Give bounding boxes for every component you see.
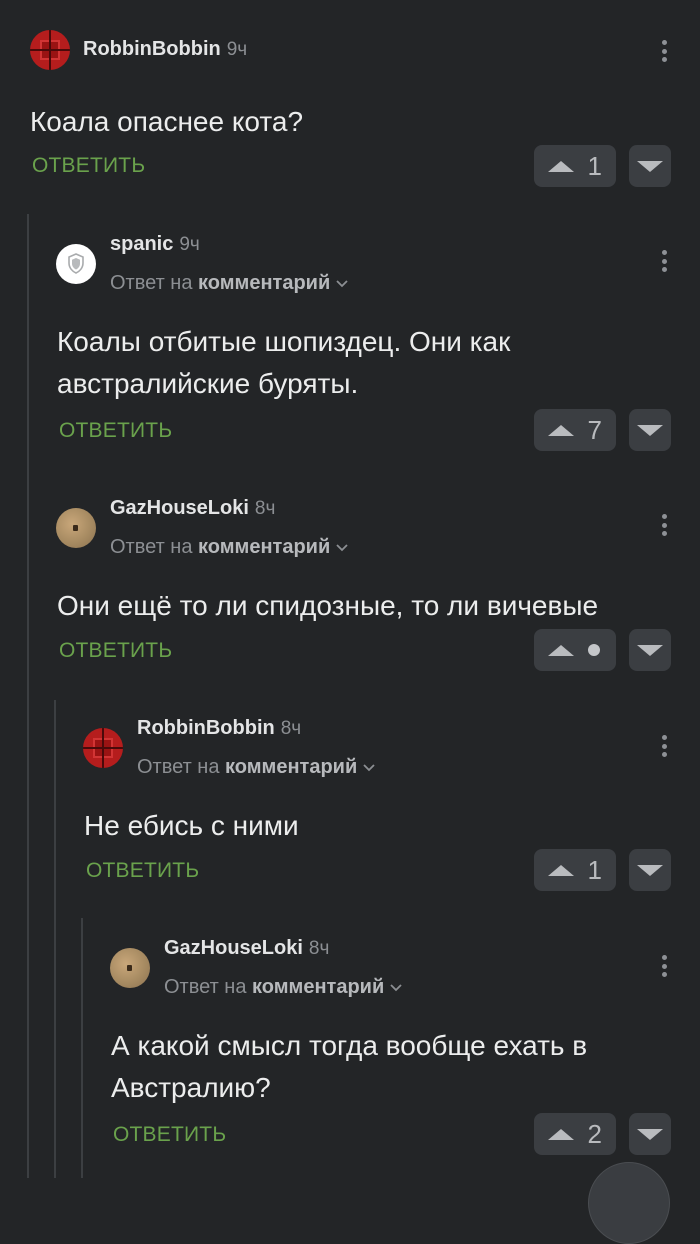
reply-to-link[interactable]: Ответ на комментарий — [137, 756, 375, 779]
reply-button[interactable]: ОТВЕТИТЬ — [86, 859, 199, 883]
vote-count — [588, 644, 600, 656]
arrow-up-icon — [548, 160, 574, 172]
more-options-icon[interactable] — [654, 36, 674, 66]
username[interactable]: RobbinBobbin 8ч — [137, 717, 301, 740]
reply-to-target[interactable]: комментарий — [198, 536, 330, 558]
avatar[interactable] — [83, 728, 123, 768]
comment-text: Не ебись с ними — [84, 810, 299, 841]
reply-to-target[interactable]: комментарий — [252, 976, 384, 998]
username-text[interactable]: GazHouseLoki — [110, 497, 249, 519]
more-options-icon[interactable] — [654, 951, 674, 981]
comment-text: Они ещё то ли спидозные, то ли вичевые — [57, 590, 599, 621]
reply-to-target[interactable]: комментарий — [198, 272, 330, 294]
reply-button[interactable]: ОТВЕТИТЬ — [113, 1123, 226, 1147]
shield-icon — [68, 253, 84, 274]
upvote-button[interactable] — [534, 629, 616, 671]
chevron-down-icon — [336, 280, 348, 287]
vote-count: 1 — [587, 854, 602, 885]
comment-text: А какой смысл тогда вообще ехать в Австр… — [111, 1030, 588, 1103]
username-text[interactable]: spanic — [110, 233, 173, 255]
arrow-up-icon — [548, 424, 574, 436]
upvote-button[interactable]: 1 — [534, 849, 616, 891]
more-options-icon[interactable] — [654, 510, 674, 540]
upvote-button[interactable]: 1 — [534, 145, 616, 187]
chevron-down-icon — [336, 544, 348, 551]
reply-to-prefix: Ответ на — [164, 976, 247, 998]
upvote-button[interactable]: 2 — [534, 1113, 616, 1155]
arrow-down-icon — [637, 424, 663, 436]
reply-button[interactable]: ОТВЕТИТЬ — [32, 154, 145, 178]
avatar[interactable] — [56, 508, 96, 548]
reply-to-link[interactable]: Ответ на комментарий — [110, 272, 348, 295]
downvote-button[interactable] — [629, 145, 671, 187]
arrow-down-icon — [637, 1128, 663, 1140]
reply-button[interactable]: ОТВЕТИТЬ — [59, 419, 172, 443]
comment-time: 8ч — [280, 718, 302, 739]
arrow-up-icon — [548, 864, 574, 876]
reply-button[interactable]: ОТВЕТИТЬ — [59, 639, 172, 663]
vote-count: 2 — [587, 1118, 602, 1149]
chevron-down-icon — [363, 764, 375, 771]
thread-line-level-2 — [54, 700, 56, 1178]
comment-time: 8ч — [308, 938, 330, 959]
arrow-up-icon — [548, 644, 574, 656]
comment-time: 9ч — [226, 39, 248, 60]
chevron-down-icon — [390, 984, 402, 991]
username[interactable]: spanic 9ч — [110, 233, 200, 256]
arrow-down-icon — [637, 864, 663, 876]
reply-to-prefix: Ответ на — [110, 272, 193, 294]
upvote-button[interactable]: 7 — [534, 409, 616, 451]
thread-line-level-1 — [27, 214, 29, 1178]
username-text[interactable]: RobbinBobbin — [137, 717, 275, 739]
more-options-icon[interactable] — [654, 246, 674, 276]
avatar[interactable] — [110, 948, 150, 988]
vote-count: 7 — [587, 414, 602, 445]
vote-count: 1 — [587, 150, 602, 181]
downvote-button[interactable] — [629, 409, 671, 451]
arrow-up-icon — [548, 1128, 574, 1140]
reply-to-link[interactable]: Ответ на комментарий — [164, 976, 402, 999]
more-options-icon[interactable] — [654, 731, 674, 761]
reply-to-prefix: Ответ на — [137, 756, 220, 778]
downvote-button[interactable] — [629, 629, 671, 671]
username-text[interactable]: GazHouseLoki — [164, 937, 303, 959]
arrow-down-icon — [637, 644, 663, 656]
avatar[interactable] — [56, 244, 96, 284]
comment-text: Коалы отбитые шопиздец. Они как австрали… — [57, 326, 511, 399]
reply-to-link[interactable]: Ответ на комментарий — [110, 536, 348, 559]
comment-time: 8ч — [254, 498, 276, 519]
reply-to-prefix: Ответ на — [110, 536, 193, 558]
username[interactable]: GazHouseLoki 8ч — [110, 497, 275, 520]
downvote-button[interactable] — [629, 849, 671, 891]
floating-action-button[interactable] — [588, 1162, 670, 1244]
comment-time: 9ч — [179, 234, 200, 255]
reply-to-target[interactable]: комментарий — [225, 756, 357, 778]
username-text[interactable]: RobbinBobbin — [83, 38, 221, 60]
username[interactable]: RobbinBobbin 9ч — [83, 38, 247, 61]
comment-text: Коала опаснее кота? — [30, 106, 304, 137]
thread-line-level-3 — [81, 918, 83, 1178]
arrow-down-icon — [637, 160, 663, 172]
avatar[interactable] — [30, 30, 70, 70]
downvote-button[interactable] — [629, 1113, 671, 1155]
username[interactable]: GazHouseLoki 8ч — [164, 937, 329, 960]
